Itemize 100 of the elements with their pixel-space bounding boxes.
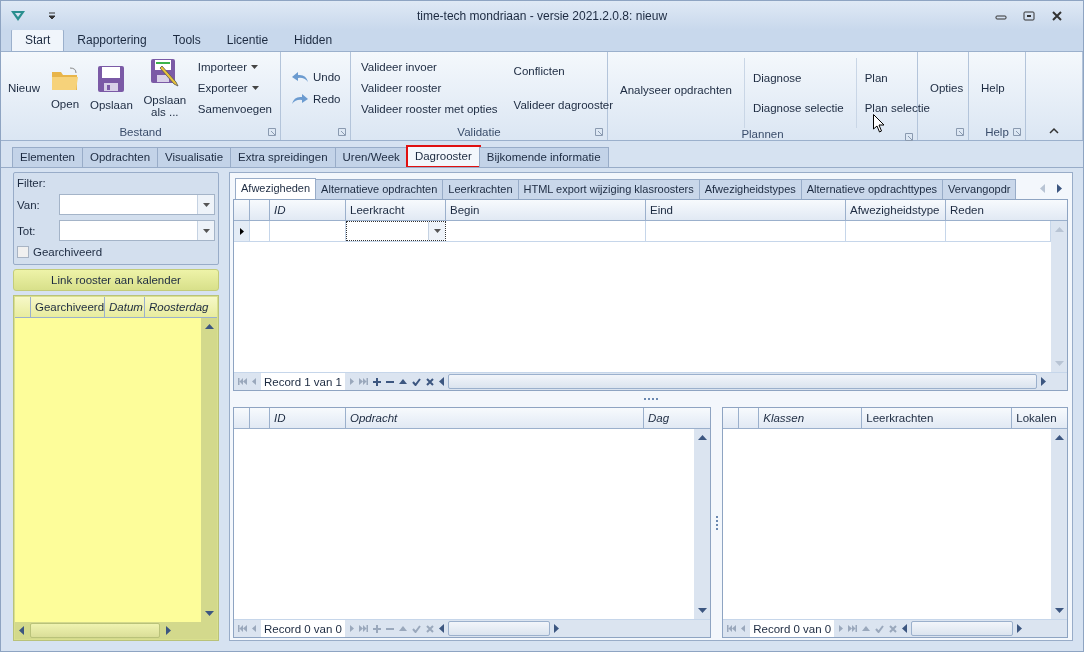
help-button[interactable]: Help (973, 81, 1013, 94)
column-header[interactable]: Leerkracht (346, 200, 446, 220)
ribbon-button[interactable]: Diagnose selectie (752, 102, 844, 114)
scroll-right-icon[interactable] (554, 624, 559, 633)
previous-record-icon[interactable] (741, 625, 746, 632)
tab[interactable]: Visualisatie (157, 147, 232, 167)
ribbon-button[interactable]: Plan (864, 72, 930, 84)
new-button[interactable]: Nieuw (5, 81, 43, 94)
horizontal-scrollbar[interactable] (15, 622, 217, 639)
last-record-icon[interactable] (359, 625, 368, 632)
save-button[interactable]: Opslaan (86, 64, 136, 111)
tab[interactable]: Leerkrachten (442, 179, 519, 199)
open-button[interactable]: Open (46, 65, 83, 110)
scrollbar-thumb[interactable] (911, 621, 1014, 636)
column-header[interactable]: Klassen (759, 408, 863, 428)
column-header[interactable]: Gearchiveerd (31, 297, 105, 317)
first-record-icon[interactable] (238, 378, 247, 385)
next-record-icon[interactable] (350, 378, 354, 385)
undo-button[interactable]: Undo (291, 70, 341, 83)
options-button[interactable]: Opties (922, 81, 972, 94)
column-header[interactable]: Lokalen (1012, 408, 1067, 428)
checkmark-icon[interactable] (412, 377, 421, 386)
tab[interactable]: Elementen (12, 147, 83, 167)
column-header[interactable]: Opdracht (346, 408, 644, 428)
vertical-scrollbar[interactable] (201, 318, 217, 622)
ribbon-menu-button[interactable]: Exporteer (197, 81, 272, 94)
tab-scroll-left-icon[interactable] (1040, 183, 1045, 193)
ribbon-tab[interactable]: Rapportering (64, 30, 160, 51)
scroll-left-icon[interactable] (902, 624, 908, 633)
dialog-launcher-icon[interactable] (905, 133, 913, 141)
column-header[interactable]: ID (270, 200, 346, 220)
scroll-up-icon[interactable] (1054, 435, 1064, 440)
ribbon-button[interactable]: Valideer invoer (361, 60, 498, 73)
ribbon-button[interactable]: Conflicten (513, 64, 614, 77)
scroll-left-icon[interactable] (439, 624, 444, 633)
tab[interactable]: Alternatieve opdrachttypes (800, 179, 944, 199)
vertical-scrollbar[interactable] (1051, 429, 1067, 619)
redo-button[interactable]: Redo (291, 92, 341, 105)
column-header[interactable]: ID (270, 408, 346, 428)
tab[interactable]: Vervangopdr (942, 179, 1017, 199)
ribbon-tab[interactable]: Tools (159, 30, 214, 51)
scroll-down-icon[interactable] (204, 611, 214, 616)
previous-record-icon[interactable] (252, 378, 256, 385)
dialog-launcher-icon[interactable] (338, 128, 346, 136)
scroll-right-icon[interactable] (1017, 624, 1023, 633)
tab[interactable]: Opdrachten (82, 147, 159, 167)
ribbon-button[interactable]: Diagnose (752, 72, 844, 84)
scroll-down-icon[interactable] (697, 608, 707, 613)
close-icon[interactable] (1051, 10, 1063, 21)
ribbon-button[interactable]: Analyseer opdrachten (612, 84, 740, 96)
scroll-right-icon[interactable] (166, 626, 171, 635)
next-record-icon[interactable] (839, 625, 844, 632)
next-record-icon[interactable] (350, 625, 354, 632)
column-header[interactable]: Datum (105, 297, 145, 317)
remove-record-icon[interactable] (386, 380, 394, 383)
ribbon-tab[interactable]: Hidden (281, 30, 346, 51)
date-combo-field[interactable] (59, 220, 215, 241)
tab[interactable]: Uren/Week (334, 147, 408, 167)
scroll-up-icon[interactable] (697, 435, 707, 440)
dialog-launcher-icon[interactable] (595, 128, 603, 136)
tab[interactable]: Extra spreidingen (230, 147, 336, 167)
checkmark-icon[interactable] (875, 624, 885, 633)
ribbon-tab[interactable]: Licentie (213, 30, 282, 51)
scroll-left-icon[interactable] (19, 626, 24, 635)
checkmark-icon[interactable] (412, 624, 421, 633)
column-header[interactable]: Dag (644, 408, 711, 428)
ribbon-button[interactable]: Valideer dagrooster (513, 98, 614, 111)
last-record-icon[interactable] (359, 378, 368, 385)
checkbox[interactable] (17, 246, 29, 258)
tab-scroll-right-icon[interactable] (1057, 183, 1062, 193)
ribbon-button[interactable]: Valideer rooster met opties (361, 102, 498, 115)
ribbon-menu-button[interactable]: Importeer (197, 60, 272, 73)
ribbon-tab[interactable]: Start (11, 29, 65, 51)
restore-icon[interactable] (1023, 10, 1035, 21)
move-up-icon[interactable] (399, 379, 407, 384)
link-calendar-button[interactable]: Link rooster aan kalender (13, 269, 219, 291)
column-header[interactable]: Begin (446, 200, 646, 220)
previous-record-icon[interactable] (252, 625, 256, 632)
tab[interactable]: Bijkomende informatie (478, 147, 609, 167)
dialog-launcher-icon[interactable] (1013, 128, 1021, 136)
column-header[interactable]: Leerkrachten (862, 408, 1013, 428)
splitter-grip-icon[interactable] (715, 515, 718, 530)
add-record-icon[interactable] (373, 377, 381, 386)
first-record-icon[interactable] (238, 625, 247, 632)
app-logo-icon[interactable] (10, 9, 26, 22)
tab[interactable]: Afwezigheidstypes (698, 179, 802, 199)
date-combo-field[interactable] (59, 194, 215, 215)
scroll-up-icon[interactable] (204, 324, 214, 329)
collapse-ribbon-icon[interactable] (1049, 127, 1059, 134)
tab[interactable]: Afwezigheden (235, 178, 317, 199)
tab[interactable]: Dagrooster (406, 146, 480, 167)
dialog-launcher-icon[interactable] (268, 128, 276, 136)
ribbon-menu-button[interactable]: Samenvoegen (197, 102, 272, 115)
column-header[interactable]: Reden (946, 200, 1067, 220)
quick-access-caret-icon[interactable] (48, 11, 56, 20)
ribbon-button[interactable]: Plan selectie (864, 102, 930, 114)
scroll-left-icon[interactable] (439, 377, 444, 386)
scrollbar-thumb[interactable] (30, 623, 160, 638)
vertical-scrollbar[interactable] (694, 429, 711, 619)
teacher-dropdown-field[interactable] (346, 221, 446, 241)
